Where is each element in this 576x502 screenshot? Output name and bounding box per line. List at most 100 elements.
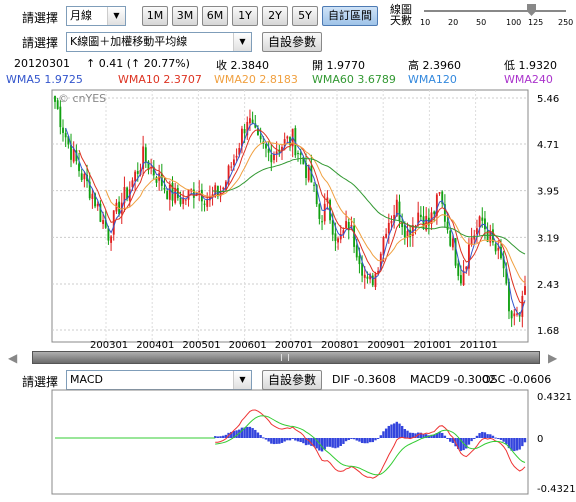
x-tick-label: 200501 [182, 340, 220, 350]
candle-body [449, 230, 452, 246]
macd-settings-button[interactable]: 自設參數 [262, 370, 322, 390]
y-tick-label: 3.95 [537, 187, 559, 198]
scroll-grip[interactable] [281, 354, 289, 361]
candle-body [366, 276, 369, 279]
range-button-3M[interactable]: 3M [172, 6, 198, 26]
quote-low: 低 1.9320 [504, 59, 557, 72]
candle-body [451, 238, 454, 248]
range-button-1Y[interactable]: 1Y [232, 6, 258, 26]
osc-bar [278, 438, 281, 444]
candle-body [163, 187, 166, 190]
candle-body [168, 184, 171, 200]
chevron-down-icon[interactable]: ▼ [107, 7, 125, 25]
candle-body [318, 204, 321, 219]
macd-chart[interactable]: 0.4321 0 -0.4321 [0, 388, 576, 498]
osc-bar [358, 438, 361, 442]
time-scrollbar[interactable] [32, 351, 540, 364]
macd-dif: DIF -0.3608 [332, 373, 396, 386]
osc-bar [363, 438, 366, 444]
chevron-down-icon[interactable]: ▼ [233, 371, 251, 389]
x-tick-label: 200901 [367, 340, 405, 350]
x-tick-label: 200801 [321, 340, 359, 350]
x-tick-label: 200401 [136, 340, 174, 350]
candle-body [422, 216, 425, 229]
ma-legend-item: WMA60 3.6789 [312, 73, 396, 86]
range-button-5Y[interactable]: 5Y [292, 6, 318, 26]
scroll-right-arrow[interactable]: ▶ [548, 351, 557, 365]
candle-body [419, 214, 422, 218]
candle-body [363, 274, 366, 278]
osc-bar [443, 435, 447, 438]
osc-bar [441, 432, 444, 438]
candle-body [494, 244, 497, 252]
candle-body [166, 190, 169, 200]
osc-bar [481, 431, 484, 438]
scroll-left-arrow[interactable]: ◀ [8, 351, 17, 365]
y-tick-label: 5.46 [537, 94, 559, 105]
settings-button[interactable]: 自設參數 [262, 32, 322, 52]
ma-legend-item: WMA20 2.8183 [214, 73, 298, 86]
candlestick-chart[interactable]: © cnYES 5.46 4.71 3.95 3.19 2.43 1.68 200301 2… [0, 86, 576, 350]
candle-body [251, 119, 254, 124]
chevron-down-icon[interactable]: ▼ [233, 33, 251, 51]
osc-bar [283, 438, 286, 442]
osc-bar [446, 438, 449, 439]
osc-bar [398, 423, 401, 438]
osc-bar [222, 435, 225, 438]
y-tick-label: 2.43 [537, 280, 559, 291]
osc-bar [323, 438, 326, 450]
osc-bar [355, 438, 358, 441]
candle-body [524, 286, 526, 295]
osc-bar [246, 426, 249, 438]
macd-y-tick-label: 0 [537, 434, 543, 445]
period-select-value: 月線 [70, 9, 92, 22]
candle-body [112, 210, 115, 235]
quote-high: 高 2.3960 [408, 59, 461, 72]
range-button-2Y[interactable]: 2Y [262, 6, 288, 26]
candle-body [398, 201, 401, 221]
candle-body [361, 262, 364, 276]
osc-bar [251, 428, 254, 438]
candle-body [358, 255, 361, 265]
range-button-自訂區間[interactable]: 自訂區間 [322, 6, 378, 26]
slider-handle[interactable] [527, 4, 536, 16]
watermark: © cnYES [58, 92, 106, 105]
osc-bar [473, 438, 476, 439]
ma-legend-item: WMA10 2.3707 [118, 73, 202, 86]
macd-select[interactable]: MACD ▼ [66, 370, 252, 390]
chart-frame [51, 89, 529, 343]
range-button-6M[interactable]: 6M [202, 6, 228, 26]
osc-bar [326, 438, 329, 447]
osc-bar [352, 438, 356, 440]
osc-bar [272, 438, 276, 445]
osc-bar [248, 426, 252, 438]
candle-body [54, 95, 56, 102]
osc-bar [406, 430, 409, 438]
period-select[interactable]: 月線 ▼ [66, 6, 126, 26]
osc-bar [376, 438, 380, 439]
candle-body [371, 275, 374, 286]
indicator-select[interactable]: K線圖＋加權移動平均線 ▼ [66, 32, 252, 52]
osc-bar [408, 432, 412, 438]
candle-body [473, 235, 476, 240]
osc-bar [336, 438, 340, 448]
osc-bar [374, 438, 377, 441]
osc-bar [371, 438, 374, 443]
candle-body [516, 313, 518, 315]
osc-bar [499, 438, 503, 440]
candle-body [144, 147, 147, 162]
candle-body [243, 129, 246, 134]
candle-body [387, 222, 390, 234]
slider-tick-label: 10 [420, 18, 431, 27]
candle-body [484, 218, 486, 230]
osc-bar [256, 432, 260, 438]
range-button-1M[interactable]: 1M [142, 6, 168, 26]
osc-bar [216, 436, 220, 438]
osc-bar [320, 438, 324, 452]
osc-bar [379, 435, 382, 438]
candle-body [446, 221, 449, 230]
quote-date: 20120301 [14, 57, 70, 70]
osc-bar [331, 438, 334, 448]
macd-osc: OSC -0.0606 [482, 373, 552, 386]
days-slider[interactable]: 10 20 50 100 125 250 [420, 4, 573, 30]
